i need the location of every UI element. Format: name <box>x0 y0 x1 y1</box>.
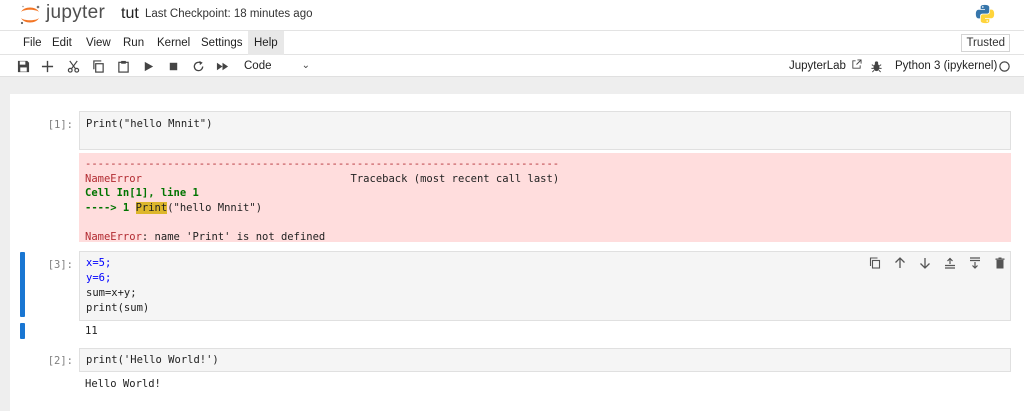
cell-type-select[interactable]: Code ⌄ <box>240 57 316 75</box>
duplicate-cell-icon[interactable] <box>868 256 882 270</box>
top-bar: jupyter tut Last Checkpoint: 18 minutes … <box>0 0 1024 30</box>
menu-view[interactable]: View <box>80 31 117 55</box>
error-arrow: ----> 1 <box>85 201 136 214</box>
cell-1-code: Print("hello Mnnit") <box>86 118 213 130</box>
error-name: NameError <box>85 172 142 185</box>
fast-forward-icon[interactable] <box>214 58 230 74</box>
jupyter-logo-icon[interactable] <box>18 3 42 27</box>
cut-icon[interactable] <box>65 58 81 74</box>
save-icon[interactable] <box>15 58 31 74</box>
insert-below-icon[interactable] <box>968 256 982 270</box>
copy-icon[interactable] <box>90 58 106 74</box>
code-line-text: y=6; <box>86 272 112 284</box>
menu-run[interactable]: Run <box>117 31 150 55</box>
error-message: : name 'Print' is not defined <box>141 230 326 243</box>
notebook-name[interactable]: tut <box>121 5 139 23</box>
code-line-text: x=5; <box>86 257 112 269</box>
kernel-name[interactable]: Python 3 (ipykernel) <box>895 58 997 74</box>
cell-2-prompt: [3]: <box>47 259 73 271</box>
traceback-label: Traceback (most recent call last) <box>350 172 560 185</box>
chevron-down-icon: ⌄ <box>301 60 310 71</box>
notebook-toolbar: Code ⌄ JupyterLab Python 3 (ipykernel) <box>0 55 1024 77</box>
run-icon[interactable] <box>140 58 156 74</box>
menu-edit[interactable]: Edit <box>46 31 78 55</box>
error-highlight: Print <box>135 201 168 214</box>
code-line: print(sum) <box>86 301 1004 316</box>
cell-1-error-output: ----------------------------------------… <box>79 153 1011 243</box>
cell-3-input[interactable]: print('Hello World!') <box>79 348 1011 372</box>
trusted-indicator[interactable]: Trusted <box>961 34 1010 52</box>
code-line-text: sum=x+y; <box>86 287 137 299</box>
traceback-separator: ----------------------------------------… <box>85 158 560 170</box>
add-cell-icon[interactable] <box>39 58 55 74</box>
cell-1-prompt: [1]: <box>47 119 73 131</box>
code-line: x=5; <box>86 256 1004 271</box>
code-line: y=6; <box>86 271 1004 286</box>
cell-3-code: print('Hello World!') <box>86 354 219 366</box>
cell-1-input[interactable]: Print("hello Mnnit") <box>79 111 1011 150</box>
menu-bar: File Edit View Run Kernel Settings Help … <box>0 30 1024 55</box>
cell-3-output: Hello World! <box>85 378 161 390</box>
error-message-name: NameError <box>85 230 142 243</box>
menu-help[interactable]: Help <box>248 31 284 55</box>
checkpoint-status: Last Checkpoint: 18 minutes ago <box>145 8 313 20</box>
code-line: sum=x+y; <box>86 286 1004 301</box>
error-location: Cell In[1], line 1 <box>85 187 199 199</box>
external-link-icon <box>852 59 862 69</box>
python-logo-icon <box>975 4 995 24</box>
cell-3-prompt: [2]: <box>47 355 73 367</box>
jupyterlab-label: JupyterLab <box>789 60 846 72</box>
open-jupyterlab-link[interactable]: JupyterLab <box>789 58 862 74</box>
move-up-icon[interactable] <box>893 256 907 270</box>
restart-icon[interactable] <box>190 58 206 74</box>
cell-toolbar <box>868 256 1007 270</box>
paste-icon[interactable] <box>115 58 131 74</box>
stop-icon[interactable] <box>165 58 181 74</box>
delete-cell-icon[interactable] <box>993 256 1007 270</box>
menu-kernel[interactable]: Kernel <box>151 31 196 55</box>
kernel-status-icon <box>996 58 1012 74</box>
cell-2-output: 11 <box>85 325 98 337</box>
menu-file[interactable]: File <box>17 31 48 55</box>
menu-settings[interactable]: Settings <box>195 31 249 55</box>
bug-icon[interactable] <box>868 58 884 74</box>
error-line-rest: ("hello Mnnit") <box>167 201 263 214</box>
code-line-text: print(sum) <box>86 302 150 314</box>
jupyter-logo-text: jupyter <box>46 2 106 23</box>
cell-2-output-collapser[interactable] <box>20 323 25 339</box>
insert-above-icon[interactable] <box>943 256 957 270</box>
cell-type-value: Code <box>244 60 272 72</box>
move-down-icon[interactable] <box>918 256 932 270</box>
